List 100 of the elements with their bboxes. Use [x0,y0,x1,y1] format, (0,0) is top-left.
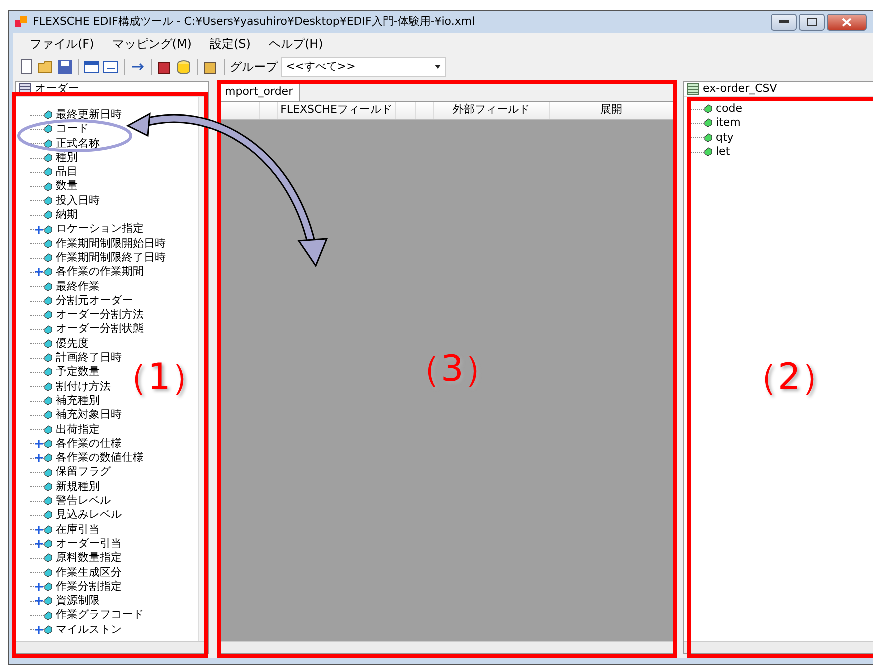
panel-title: ex-order_CSV [703,80,778,97]
window-title: FLEXSCHE EDIF構成ツール - C:¥Users¥yasuhiro¥Desktop¥EDIF入門-体験用-¥io.xml [33,14,476,30]
minimize-icon [779,20,789,24]
field-icon [44,382,53,392]
tree-item[interactable]: 品目 [56,165,78,180]
tree-item[interactable]: オーダー分割状態 [56,322,144,337]
field-icon [704,104,713,114]
cylinder-icon[interactable] [176,59,192,75]
field-icon [44,138,53,149]
field-icon [44,568,53,578]
tree-item[interactable]: item [716,116,741,131]
open-folder-icon[interactable] [38,59,54,75]
tree-item[interactable]: 割付け方法 [56,380,111,394]
tree-item[interactable]: qty [716,130,734,145]
tree-item[interactable]: 数量 [56,179,78,194]
tree-item[interactable]: 各作業の仕様 [56,436,122,452]
field-icon [44,453,53,464]
annotation-number: （2） [742,360,837,396]
tree-item[interactable]: 保留フラグ [56,465,111,480]
field-icon [44,539,53,550]
new-file-icon[interactable] [19,59,35,75]
field-icon [44,224,53,235]
tree-item[interactable]: 作業期間制限開始日時 [56,236,166,251]
expand-icon[interactable] [35,440,43,448]
tree-item[interactable]: 分割元オーダー [56,294,133,308]
tree-item[interactable]: コード [56,122,89,137]
tree-item[interactable]: 作業期間制限終了日時 [56,250,166,266]
tree-item[interactable]: マイルストン [56,622,122,637]
window-icon[interactable] [84,59,100,75]
field-icon [44,182,53,192]
tree-item[interactable]: 計画終了日時 [56,351,122,366]
tree-item[interactable]: let [716,144,730,160]
tree-item[interactable]: 各作業の作業期間 [56,265,144,280]
save-icon[interactable] [57,59,73,75]
tree-item[interactable]: 種別 [56,150,78,166]
tree-item[interactable]: 作業グラフコード [56,608,144,623]
expand-icon[interactable] [35,454,43,462]
field-icon [44,353,53,364]
tree-item[interactable]: オーダー分割方法 [56,308,144,322]
field-icon [44,367,53,378]
column-header[interactable]: 展開 [550,102,674,119]
field-icon [704,147,713,158]
menu-item[interactable]: マッピング(M) [103,33,201,55]
maximize-button[interactable] [799,14,825,30]
tree-item[interactable]: 作業分割指定 [56,580,122,594]
tree-item[interactable]: オーダー引当 [56,536,122,552]
window-icon[interactable] [103,59,119,75]
tree-item[interactable]: 原料数量指定 [56,551,122,566]
expand-icon[interactable] [35,582,43,591]
field-icon [44,410,53,420]
tree-item[interactable]: 各作業の数値仕様 [56,451,144,466]
tree-item[interactable]: 新規種別 [56,480,100,494]
tree-item[interactable]: 作業生成区分 [56,566,122,580]
group-dropdown[interactable]: <<すべて>> [281,57,446,77]
field-icon [44,196,53,206]
tree-item[interactable]: 最終作業 [56,280,100,294]
annotation-number: （3） [405,352,500,388]
tree-item[interactable]: 資源制限 [56,594,100,608]
tree-item[interactable]: 補充対象日時 [56,408,122,423]
expand-icon[interactable] [35,226,43,234]
scrollbar[interactable] [684,641,873,653]
column-header[interactable]: FLEXSCHEフィールド [278,102,396,119]
field-icon [44,553,53,564]
tree-item[interactable]: 最終更新日時 [56,108,122,122]
close-button[interactable] [827,14,867,30]
tree-item[interactable]: 警告レベル [56,494,111,508]
column-header[interactable]: 外部フィールド [434,102,550,119]
tree-item[interactable]: 正式名称 [56,136,100,151]
tree-item[interactable]: 納期 [56,208,78,222]
minimize-button[interactable] [771,14,797,30]
field-icon [44,596,53,606]
tree-item[interactable]: 出荷指定 [56,422,100,437]
field-icon [44,424,53,435]
menu-item[interactable]: 設定(S) [200,33,260,55]
expand-icon[interactable] [35,540,43,548]
tree-item[interactable]: code [716,102,743,116]
menu-item[interactable]: ヘルプ(H) [260,33,332,55]
field-icon [44,282,53,292]
tree-item[interactable]: 投入日時 [56,194,100,208]
expand-icon[interactable] [35,526,43,534]
tree-item[interactable]: 補充種別 [56,394,100,408]
field-icon [44,510,53,520]
field-icon [44,524,53,535]
group-label: グループ [230,59,278,76]
tree-item[interactable]: 見込みレベル [56,508,122,523]
tree-item[interactable]: 優先度 [56,336,89,352]
expand-icon[interactable] [35,626,43,634]
maximize-icon [807,18,817,26]
field-icon [704,132,713,143]
menu-item[interactable]: ファイル(F) [21,33,104,55]
expand-icon[interactable] [35,597,43,606]
scrollbar[interactable] [218,641,674,653]
field-icon [44,267,53,278]
tree-item[interactable]: 在庫引当 [56,522,100,537]
tree-item[interactable]: 予定数量 [56,365,100,380]
field-icon [44,482,53,492]
field-icon [44,324,53,335]
expand-icon[interactable] [35,268,43,276]
field-icon [44,210,53,220]
tree-item[interactable]: ロケーション指定 [56,222,144,237]
